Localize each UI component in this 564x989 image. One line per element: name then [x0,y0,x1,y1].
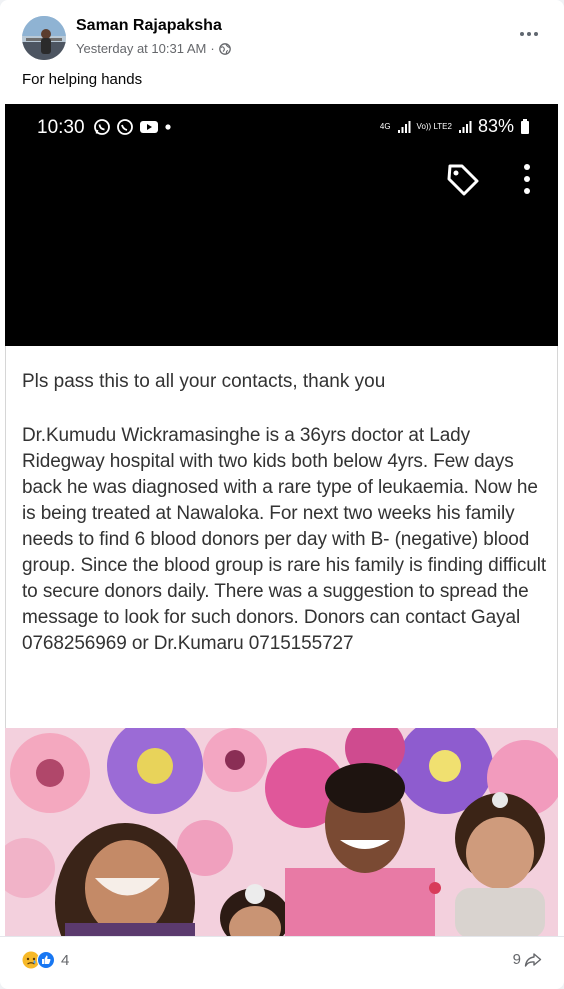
reactions-summary[interactable]: 4 [22,951,69,969]
share-icon [524,952,542,967]
message-text-area: Pls pass this to all your contacts, than… [5,346,558,728]
post-timestamp[interactable]: Yesterday at 10:31 AM [76,41,206,56]
signal-bars-icon [458,120,472,133]
globe-icon [218,42,231,55]
phone-status-area: 10:30 4G Vo)) LTE2 83% [5,104,558,346]
message-title: Pls pass this to all your contacts, than… [22,371,386,392]
reaction-count: 4 [61,951,70,969]
post-header: Saman Rajapaksha Yesterday at 10:31 AM · [0,0,564,70]
kebab-dot [524,176,530,182]
notification-dot-icon [165,124,171,130]
share-count: 9 [512,951,521,968]
more-options-button[interactable] [516,24,542,44]
status-time: 10:30 [37,117,85,138]
post-caption: For helping hands [22,71,143,88]
avatar-photo [22,16,66,60]
avatar[interactable] [22,16,66,60]
signal-bars-icon [397,120,411,133]
like-reaction-icon [37,951,55,969]
kebab-menu-icon [519,164,535,194]
family-photo-illustration [5,728,558,936]
status-right-icons: 4G Vo)) LTE2 83% [380,116,530,137]
post-card: Saman Rajapaksha Yesterday at 10:31 AM ·… [0,0,564,989]
author-name[interactable]: Saman Rajapaksha [76,17,222,35]
post-meta: Yesterday at 10:31 AM · [76,41,231,56]
shares-summary[interactable]: 9 [513,951,542,968]
battery-percent: 83% [477,116,514,136]
battery-icon [521,118,529,134]
more-dot-icon [520,32,524,36]
status-notification-icons [93,118,172,136]
youtube-icon [140,121,158,133]
network-type-label: 4G [379,122,391,131]
kebab-dot [524,188,530,194]
whatsapp-icon [94,119,110,135]
meta-separator: · [210,41,215,56]
viber-icon [117,119,133,135]
shared-screenshot[interactable]: 10:30 4G Vo)) LTE2 83% Pls pass this to … [5,104,558,936]
family-photo [5,728,558,936]
more-dot-icon [527,32,531,36]
kebab-dot [524,164,530,170]
more-dot-icon [534,32,538,36]
volte-label: Vo)) LTE2 [416,122,452,131]
tag-icon [447,164,479,196]
message-body: Dr.Kumudu Wickramasinghe is a 36yrs doct… [22,425,547,654]
post-footer: 4 9 [0,936,564,989]
